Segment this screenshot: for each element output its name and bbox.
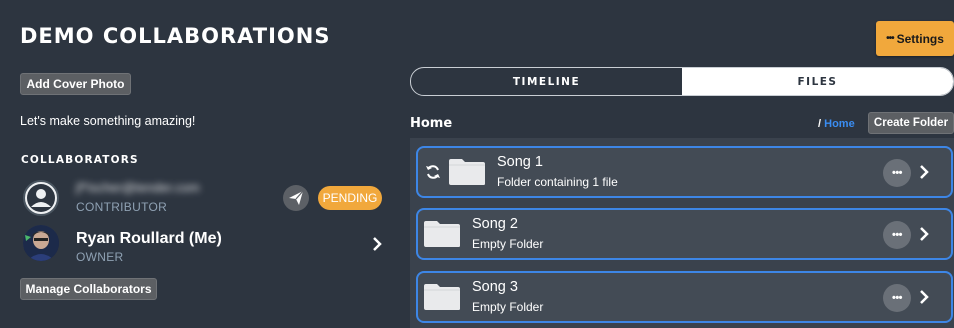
folder-name: Song 3 (472, 279, 518, 295)
breadcrumb-separator: / (818, 118, 822, 130)
view-tabs: TIMELINE FILES (410, 67, 954, 96)
collaborator-name: Ryan Roullard (Me) (76, 230, 222, 247)
collaborator-role: CONTRIBUTOR (76, 200, 168, 214)
folder-name: Song 2 (472, 216, 518, 232)
folder-more-button[interactable]: ••• (883, 284, 911, 312)
tab-files[interactable]: FILES (682, 68, 953, 95)
settings-button[interactable]: ••• Settings (876, 21, 954, 56)
chevron-right-icon[interactable] (919, 164, 929, 185)
settings-label: Settings (896, 31, 944, 46)
collaborators-heading: COLLABORATORS (21, 154, 139, 166)
folder-row[interactable]: Song 3 Empty Folder ••• (416, 271, 953, 323)
default-user-icon (23, 180, 59, 216)
chevron-right-icon[interactable] (919, 226, 929, 247)
breadcrumb-home-link[interactable]: Home (824, 118, 855, 130)
folder-row[interactable]: Song 1 Folder containing 1 file ••• (416, 146, 953, 198)
more-dots-icon: ••• (886, 33, 894, 44)
folder-description: Empty Folder (472, 237, 544, 251)
folder-icon (423, 220, 461, 248)
folder-row[interactable]: Song 2 Empty Folder ••• (416, 208, 953, 260)
add-cover-photo-button[interactable]: Add Cover Photo (20, 73, 131, 95)
sync-icon[interactable] (425, 164, 441, 185)
collaborator-email: jf*ischer@tender.com (76, 180, 200, 195)
profile-photo-avatar (23, 225, 59, 261)
collaborator-role: OWNER (76, 250, 124, 264)
create-folder-button[interactable]: Create Folder (868, 112, 954, 134)
folder-icon (423, 283, 461, 311)
resend-invite-button[interactable] (283, 185, 309, 211)
pending-status-badge: PENDING (318, 186, 382, 210)
project-title: DEMO COLLABORATIONS (20, 24, 331, 48)
project-tagline: Let's make something amazing! (20, 114, 196, 128)
manage-collaborators-button[interactable]: Manage Collaborators (20, 278, 157, 300)
chevron-right-icon[interactable] (919, 289, 929, 310)
folder-more-button[interactable]: ••• (883, 159, 911, 187)
folder-description: Folder containing 1 file (497, 175, 618, 189)
folder-more-button[interactable]: ••• (883, 221, 911, 249)
chevron-right-icon[interactable] (372, 236, 382, 257)
folder-name: Song 1 (497, 154, 543, 170)
folder-icon (448, 158, 486, 186)
paper-plane-icon (289, 190, 304, 205)
folder-description: Empty Folder (472, 300, 544, 314)
breadcrumb: / Home (818, 118, 855, 130)
current-folder-title: Home (410, 116, 453, 131)
tab-timeline[interactable]: TIMELINE (411, 68, 682, 95)
